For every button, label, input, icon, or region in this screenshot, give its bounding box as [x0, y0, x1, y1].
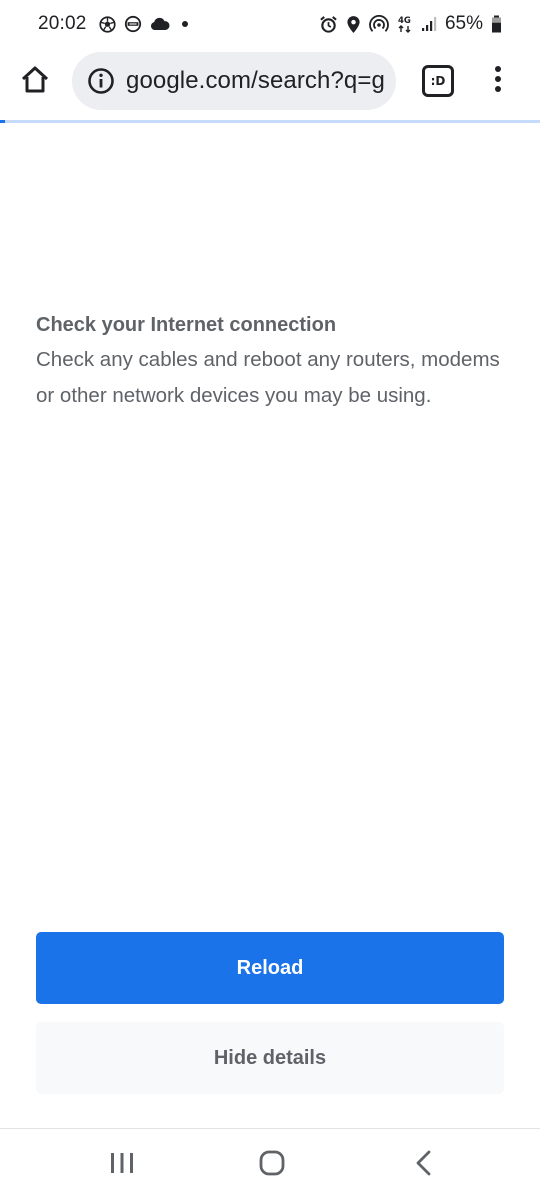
more-vert-icon — [493, 65, 503, 98]
4g-icon: 4G — [397, 14, 413, 34]
hide-details-button[interactable]: Hide details — [36, 1022, 504, 1094]
vpn-icon — [124, 15, 142, 33]
battery-icon — [491, 15, 502, 33]
info-icon[interactable] — [86, 66, 116, 96]
error-body: Check any cables and reboot any routers,… — [36, 348, 500, 407]
browser-toolbar: google.com/search?q=g :D — [0, 48, 540, 116]
home-button[interactable] — [14, 61, 56, 103]
recents-button[interactable] — [94, 1143, 150, 1187]
back-icon — [414, 1150, 434, 1181]
system-navigation-bar — [0, 1128, 540, 1200]
tab-switcher-button[interactable]: :D — [420, 65, 456, 97]
signal-icon — [421, 16, 437, 32]
reload-button[interactable]: Reload — [36, 932, 504, 1004]
url-text: google.com/search?q=g — [126, 67, 385, 94]
home-nav-icon — [258, 1149, 286, 1182]
status-left-group: 20:02 — [38, 13, 192, 35]
dot-icon — [178, 17, 192, 31]
error-heading: Check your Internet connection — [36, 314, 337, 336]
status-right-group: 4G 65% — [319, 13, 502, 35]
alarm-icon — [319, 15, 338, 34]
address-bar[interactable]: google.com/search?q=g — [72, 52, 396, 110]
svg-text:4G: 4G — [398, 16, 411, 26]
battery-percent: 65% — [444, 13, 483, 34]
home-icon — [20, 65, 50, 100]
page-load-progress-fill — [0, 120, 6, 123]
status-time: 20:02 — [38, 13, 87, 34]
page-load-progress — [0, 120, 540, 123]
error-message: Check your Internet connection Check any… — [36, 310, 506, 414]
menu-button[interactable] — [480, 63, 516, 99]
recents-icon — [109, 1151, 135, 1180]
tab-switcher-label: :D — [422, 65, 454, 97]
back-button[interactable] — [396, 1143, 452, 1187]
soccer-ball-icon — [98, 15, 116, 33]
cloud-icon — [150, 17, 170, 31]
location-icon — [346, 15, 361, 34]
system-home-button[interactable] — [244, 1143, 300, 1187]
hotspot-icon — [369, 15, 389, 33]
status-bar: 20:02 4G 65% — [0, 0, 540, 48]
